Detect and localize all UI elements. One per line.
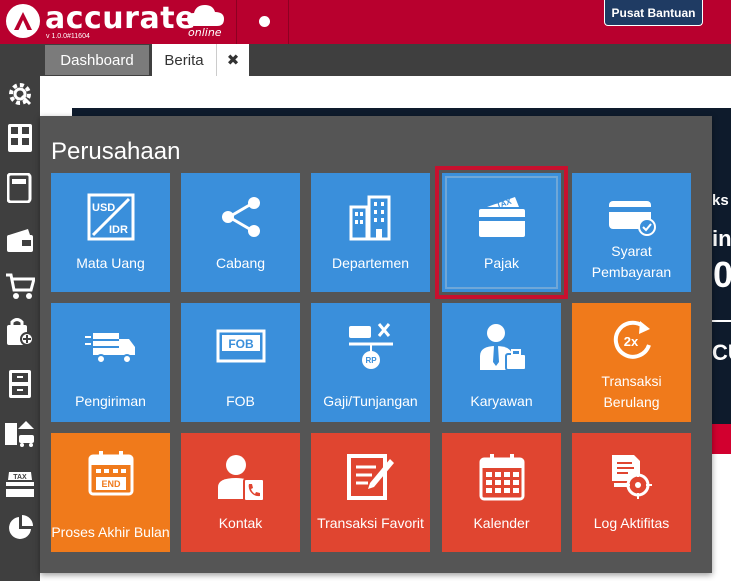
tile-label: Kalender [473,515,530,531]
accurate-logo-icon [6,4,40,38]
header-divider [288,0,289,44]
tab-strip: Dashboard Berita ✖ [0,44,731,76]
tile-pajak[interactable]: TAX Pajak [435,166,568,299]
svg-text:IDR: IDR [109,224,128,236]
panel-title: Perusahaan [51,138,181,165]
banner-text: 0 [713,254,731,295]
company-menu-panel: Perusahaan USD IDR Mata Uang Cabang Depar… [40,116,712,573]
sidebar: TAX [0,76,40,581]
banner-text: ks [712,192,729,209]
help-center-button[interactable]: Pusat Bantuan [604,0,703,26]
tile-pengiriman[interactable]: Pengiriman [51,303,170,422]
brand-subtitle: online [188,26,222,39]
tile-label: Transaksi Berulang [601,373,662,410]
tile-label: Gaji/Tunjangan [323,393,418,409]
calendar-end-icon: END [51,447,170,499]
building-icon [311,191,430,243]
delivery-truck-icon [51,321,170,373]
branch-share-icon [181,191,300,243]
header-divider [236,0,237,44]
pie-chart-icon[interactable] [0,510,40,546]
svg-text:END: END [101,479,121,489]
tile-log-aktifitas[interactable]: Log Aktifitas [572,433,691,552]
app-window: accurate online v 1.0.0#11604 Pusat Bant… [0,0,731,581]
tile-kalender[interactable]: Kalender [442,433,561,552]
tile-label: Proses Akhir Bulan [51,524,170,540]
tile-label: Pengiriman [75,393,146,409]
tile-label: Cabang [215,255,266,271]
brand-logo[interactable]: accurate online v 1.0.0#11604 [0,0,236,44]
tile-departemen[interactable]: Departemen [311,173,430,292]
repeat-2x-icon: 2x [572,315,691,367]
settings-gear-icon[interactable] [0,76,40,112]
tile-syarat-pembayaran[interactable]: Syarat Pembayaran [572,173,691,292]
svg-text:USD: USD [92,202,115,214]
banner-divider [712,320,731,322]
tile-cabang[interactable]: Cabang [181,173,300,292]
tile-label: Departemen [331,255,410,271]
contact-phone-icon [181,451,300,503]
shopping-bag-add-icon[interactable] [0,314,40,350]
svg-text:2x: 2x [623,334,638,349]
svg-text:TAX: TAX [13,474,27,481]
tile-gaji-tunjangan[interactable]: RP Gaji/Tunjangan [311,303,430,422]
tile-label: Syarat Pembayaran [591,243,672,280]
tile-label: Kontak [218,515,263,531]
wallet-icon[interactable] [0,222,40,258]
svg-text:RP: RP [365,356,377,365]
currency-usd-idr-icon: USD IDR [51,191,170,243]
close-tab-icon[interactable]: ✖ [216,44,249,76]
activity-log-icon [572,451,691,503]
notification-dot-icon[interactable] [259,16,270,27]
salary-scale-icon: RP [311,321,430,373]
version-label: v 1.0.0#11604 [46,33,90,40]
tile-label: Transaksi Favorit [317,515,424,531]
calendar-icon [442,451,561,503]
employee-briefcase-icon [442,321,561,373]
tile-kontak[interactable]: Kontak [181,433,300,552]
tile-label: Pajak [483,255,520,271]
tile-fob[interactable]: FOB FOB [181,303,300,422]
tile-label: FOB [226,393,255,409]
banner-text: CU [712,340,731,365]
credit-card-check-icon [572,191,691,243]
tab-berita[interactable]: Berita [152,44,216,76]
tile-mata-uang[interactable]: USD IDR Mata Uang [51,173,170,292]
tax-card-icon: TAX [442,191,561,243]
archive-cabinet-icon[interactable] [0,366,40,402]
tile-transaksi-berulang[interactable]: 2x Transaksi Berulang [572,303,691,422]
company-grid-icon[interactable] [0,120,40,156]
building-vehicle-icon[interactable] [0,414,40,450]
fob-sign-icon: FOB [181,321,300,373]
tile-proses-akhir-bulan[interactable]: END Proses Akhir Bulan [51,433,170,552]
tile-karyawan[interactable]: Karyawan [442,303,561,422]
tile-transaksi-favorit[interactable]: Transaksi Favorit [311,433,430,552]
tax-sidebar-icon[interactable]: TAX [0,466,40,502]
banner-text: in [712,226,731,251]
top-header: accurate online v 1.0.0#11604 Pusat Bant… [0,0,731,44]
tab-dashboard[interactable]: Dashboard [45,45,149,75]
ledger-book-icon[interactable] [0,170,40,206]
tile-label: Mata Uang [76,255,145,271]
tile-label: Log Aktifitas [593,515,670,531]
tile-label: Karyawan [470,393,533,409]
favorite-edit-icon [311,451,430,503]
shopping-cart-icon[interactable] [0,268,40,304]
svg-text:FOB: FOB [228,337,254,351]
brand-name: accurate [45,1,196,36]
